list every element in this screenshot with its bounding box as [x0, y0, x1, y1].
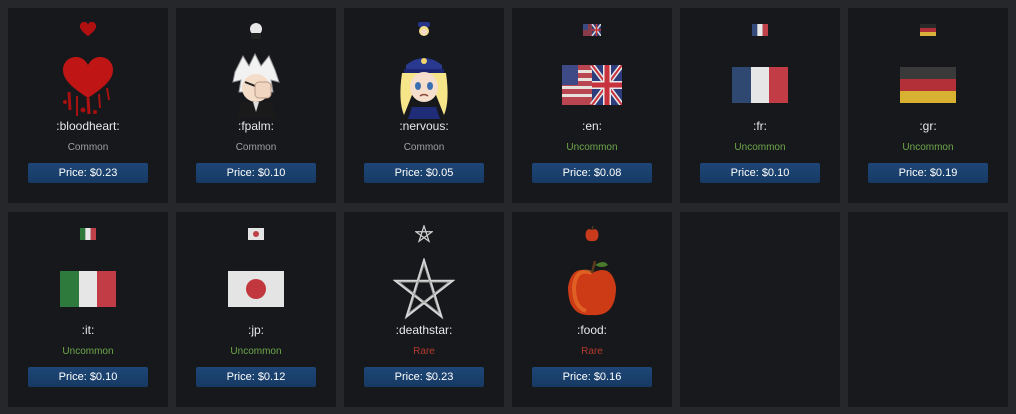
italy-flag-icon: [52, 254, 124, 324]
uk-flag-icon: [582, 20, 602, 40]
item-rarity: Common: [403, 142, 445, 153]
item-rarity: Rare: [581, 346, 603, 357]
bloodheart-icon: [78, 20, 98, 40]
item-rarity: Rare: [413, 346, 435, 357]
item-rarity: Uncommon: [902, 142, 954, 153]
item-rarity: Uncommon: [62, 346, 114, 357]
nervous-icon: [388, 50, 460, 120]
apple-icon: [556, 254, 628, 324]
item-name: :jp:: [247, 323, 264, 337]
item-rarity: Uncommon: [734, 142, 786, 153]
item-name: :bloodheart:: [56, 119, 120, 133]
price-button[interactable]: Price: $0.10: [196, 163, 316, 183]
germany-flag-icon: [892, 50, 964, 120]
price-button[interactable]: Price: $0.23: [364, 367, 484, 387]
price-button[interactable]: Price: $0.12: [196, 367, 316, 387]
price-button[interactable]: Price: $0.10: [700, 163, 820, 183]
item-name: :it:: [81, 323, 95, 337]
france-flag-icon: [750, 20, 770, 40]
item-name: :fpalm:: [237, 119, 274, 133]
item-name: :gr:: [919, 119, 937, 133]
item-name: :fr:: [753, 119, 767, 133]
japan-flag-icon: [246, 224, 266, 244]
price-button[interactable]: Price: $0.10: [28, 367, 148, 387]
bloodheart-icon: [52, 50, 124, 120]
france-flag-icon: [724, 50, 796, 120]
empty-slot: [680, 212, 840, 407]
item-card[interactable]: :en: Uncommon Price: $0.08: [512, 8, 672, 203]
germany-flag-icon: [918, 20, 938, 40]
item-card[interactable]: :fr: Uncommon Price: $0.10: [680, 8, 840, 203]
item-card[interactable]: :fpalm: Common Price: $0.10: [176, 8, 336, 203]
price-button[interactable]: Price: $0.08: [532, 163, 652, 183]
price-button[interactable]: Price: $0.05: [364, 163, 484, 183]
item-card[interactable]: :it: Uncommon Price: $0.10: [8, 212, 168, 407]
uk-flag-icon: [556, 50, 628, 120]
fpalm-icon: [246, 20, 266, 40]
apple-icon: [582, 224, 602, 244]
item-card[interactable]: :food: Rare Price: $0.16: [512, 212, 672, 407]
item-card[interactable]: :bloodheart: Common Price: $0.23: [8, 8, 168, 203]
price-button[interactable]: Price: $0.19: [868, 163, 988, 183]
price-button[interactable]: Price: $0.16: [532, 367, 652, 387]
price-button[interactable]: Price: $0.23: [28, 163, 148, 183]
item-card[interactable]: :jp: Uncommon Price: $0.12: [176, 212, 336, 407]
japan-flag-icon: [220, 254, 292, 324]
pentagram-icon: [414, 224, 434, 244]
item-rarity: Common: [235, 142, 277, 153]
pentagram-icon: [388, 254, 460, 324]
item-rarity: Uncommon: [566, 142, 618, 153]
item-name: :nervous:: [399, 119, 449, 133]
fpalm-icon: [220, 50, 292, 120]
empty-slot: [848, 212, 1008, 407]
italy-flag-icon: [78, 224, 98, 244]
item-rarity: Common: [67, 142, 109, 153]
item-name: :food:: [576, 323, 608, 337]
item-card[interactable]: :deathstar: Rare Price: $0.23: [344, 212, 504, 407]
item-name: :en:: [581, 119, 602, 133]
item-name: :deathstar:: [395, 323, 453, 337]
emoticon-grid: :bloodheart: Common Price: $0.23 :fpalm:…: [8, 8, 1008, 407]
item-card[interactable]: :gr: Uncommon Price: $0.19: [848, 8, 1008, 203]
nervous-icon: [414, 20, 434, 40]
item-rarity: Uncommon: [230, 346, 282, 357]
item-card[interactable]: :nervous: Common Price: $0.05: [344, 8, 504, 203]
